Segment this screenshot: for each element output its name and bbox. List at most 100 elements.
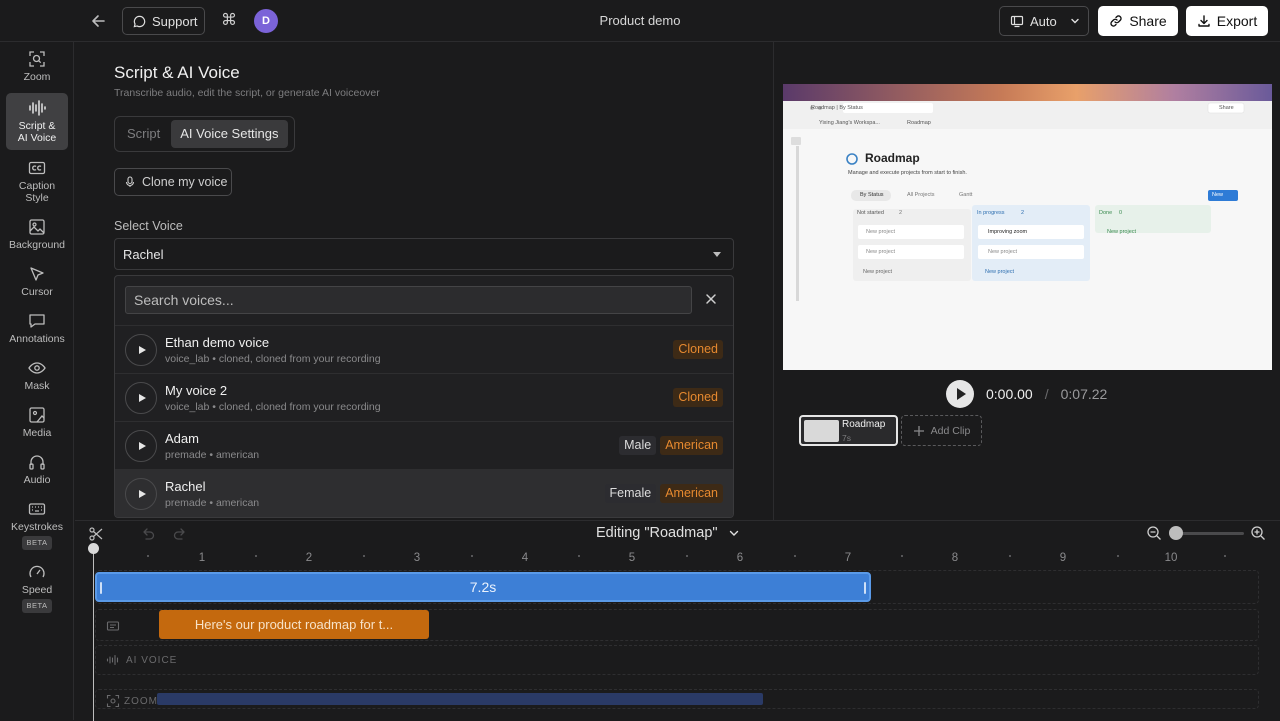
sidebar-item-cursor[interactable]: Cursor [6,265,68,305]
playhead-handle[interactable] [88,543,99,554]
clip-trim-handle-left[interactable] [100,582,102,594]
export-button[interactable]: Export [1186,6,1268,36]
add-project: New project [863,269,893,275]
ruler-tick [901,555,903,557]
zoom-track-label: ZOOM [124,696,158,707]
zoom-slider-handle[interactable] [1169,526,1183,540]
select-voice-label: Select Voice [114,219,183,233]
ruler-label: 10 [1164,552,1178,564]
column-done: Done [1099,210,1113,216]
ruler-label: 5 [628,552,636,564]
voice-name: My voice 2 [165,383,228,398]
sidebar-item-label: Keystrokes [11,521,63,533]
sidebar-item-script-ai-voice[interactable]: Script & AI Voice [6,93,68,150]
preview-screenshot: Roadmap | By Status Yixing Jiang's Works… [783,101,1272,370]
sidebar-item-audio[interactable]: Audio [6,453,68,493]
resolution-select[interactable]: Auto [999,6,1089,36]
download-icon [1198,15,1210,27]
sidebar-item-zoom[interactable]: Zoom [6,50,68,90]
voice-option-rachel[interactable]: Rachel premade • american Female America… [115,469,733,517]
resolution-label: Auto [1030,13,1057,29]
clone-voice-label: Clone my voice [142,175,228,189]
current-time: 0:00.00 [986,386,1033,402]
page-breadcrumb: Roadmap [907,120,931,126]
support-button[interactable]: Support [122,7,205,35]
redo-icon[interactable] [172,526,188,542]
scissors-icon[interactable] [88,526,104,542]
editing-clip-select[interactable]: Editing "Roadmap" [596,525,740,541]
avatar[interactable]: D [254,9,278,33]
back-arrow-icon[interactable] [88,10,110,32]
time-separator: / [1044,386,1049,402]
play-preview-button[interactable] [125,478,157,510]
chevron-down-icon [1071,18,1079,24]
video-preview[interactable]: Roadmap | By Status Yixing Jiang's Works… [783,84,1272,370]
ruler-tick [255,555,257,557]
play-icon [957,388,966,400]
sidebar-item-label: Media [22,427,52,439]
ruler-tick [147,555,149,557]
voice-select[interactable]: Rachel [114,238,734,270]
share-button[interactable]: Share [1098,6,1178,36]
play-preview-button[interactable] [125,382,157,414]
ruler-tick [1224,555,1226,557]
sidebar-item-label: Script & AI Voice [17,120,57,144]
wallpaper-strip [783,84,1272,101]
beta-badge: BETA [22,599,52,613]
sidebar-item-caption-style[interactable]: Caption Style [6,159,68,207]
ruler-label: 9 [1059,552,1067,564]
sidebar-item-keystrokes[interactable]: Keystrokes BETA [6,500,68,552]
headphones-icon [29,455,45,470]
clip-title: Roadmap [842,419,886,430]
command-icon[interactable]: ⌘ [219,11,239,31]
undo-icon[interactable] [140,526,156,542]
view-tab: Gantt [959,192,973,198]
export-label: Export [1216,13,1258,29]
voice-option-ethan-demo-voice[interactable]: Ethan demo voice voice_lab • cloned, clo… [115,325,733,373]
view-tab: All Projects [907,192,935,198]
play-preview-button[interactable] [125,430,157,462]
add-clip-button[interactable]: Add Clip [901,415,982,446]
tab-ai-voice-settings[interactable]: AI Voice Settings [171,120,288,148]
search-voices-input[interactable] [125,286,692,314]
sidebar-item-label: Cursor [21,286,53,298]
video-clip[interactable]: 7.2s [95,572,871,602]
sidebar-item-mask[interactable]: Mask [6,359,68,399]
sidebar-item-background[interactable]: Background [6,218,68,258]
play-preview-button[interactable] [125,334,157,366]
script-ai-voice-panel: Script & AI Voice Transcribe audio, edit… [75,42,774,520]
preview-panel: Roadmap | By Status Yixing Jiang's Works… [775,42,1280,520]
column-count: 2 [899,210,903,216]
zoom-in-icon[interactable] [1250,525,1266,541]
share-label: Share [1129,13,1167,29]
top-bar: Support ⌘ D Product demo Auto Share Expo… [0,0,1280,42]
zoom-out-icon[interactable] [1146,525,1162,541]
play-button[interactable] [946,380,974,408]
caption-track-icon [106,619,120,633]
ruler-tick [578,555,580,557]
tab-script[interactable]: Script [118,120,169,148]
clip-thumbnail[interactable]: Roadmap 7s [799,415,898,446]
clip-trim-handle-right[interactable] [864,582,866,594]
sidebar-item-annotations[interactable]: Annotations [6,312,68,352]
voice-name: Adam [165,431,199,446]
waveform-icon [29,100,46,116]
video-clip-duration: 7.2s [469,579,497,595]
screen-new-button: New [1212,192,1224,198]
voice-option-adam[interactable]: Adam premade • american Male American [115,421,733,469]
sidebar-item-media[interactable]: Media [6,406,68,446]
comment-icon [29,314,45,328]
voice-name: Ethan demo voice [165,335,270,350]
sidebar-item-speed[interactable]: Speed BETA [6,563,68,615]
clone-voice-button[interactable]: Clone my voice [114,168,232,196]
close-icon[interactable] [703,291,719,307]
voice-dropdown: Ethan demo voice voice_lab • cloned, clo… [114,275,734,518]
voice-option-my-voice-2[interactable]: My voice 2 voice_lab • cloned, cloned fr… [115,373,733,421]
add-project: New project [985,269,1015,275]
gauge-icon [29,565,45,578]
column-count: 0 [1119,210,1123,216]
zoom-segment[interactable] [157,693,763,705]
caption-clip[interactable]: Here's our product roadmap for t... [159,610,429,639]
microphone-icon [125,176,135,187]
total-time: 0:07.22 [1060,386,1108,402]
